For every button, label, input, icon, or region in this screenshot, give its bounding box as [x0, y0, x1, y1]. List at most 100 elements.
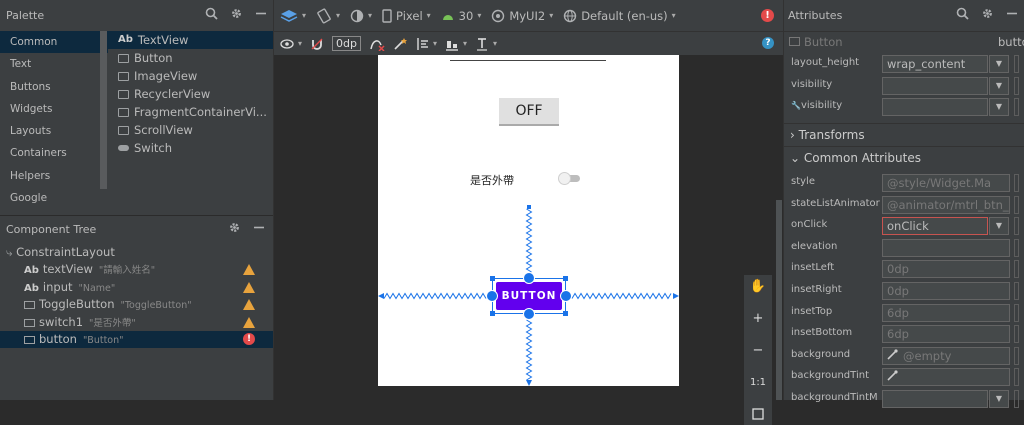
palette-widget[interactable]: Button [108, 49, 273, 67]
zoom-fit-icon[interactable] [747, 403, 769, 425]
palette-widget[interactable]: ScrollView [108, 121, 273, 139]
palette-category[interactable]: Common [0, 31, 108, 54]
attribute-value-field[interactable]: wrap_content [882, 55, 988, 73]
canvas-scrollbar[interactable] [776, 200, 782, 400]
resize-handle[interactable] [563, 311, 568, 316]
attribute-value-field[interactable] [882, 390, 988, 408]
dropdown-arrow-icon[interactable]: ▼ [989, 217, 1009, 236]
palette-category[interactable]: Helpers [0, 165, 108, 187]
gear-icon[interactable] [230, 7, 243, 20]
gear-icon[interactable] [981, 7, 994, 20]
anchor-right[interactable] [560, 290, 572, 302]
minimize-icon[interactable] [253, 221, 265, 234]
device-selector[interactable]: Pixel ▾ [382, 9, 431, 23]
theme-selector[interactable]: MyUI2 ▾ [491, 9, 553, 23]
palette-widget[interactable]: Ab TextView [108, 31, 273, 49]
anchor-left[interactable] [486, 290, 498, 302]
attribute-resource-button[interactable] [1014, 368, 1019, 387]
color-picker-icon[interactable] [886, 370, 898, 382]
tree-root[interactable]: ⤷ ConstraintLayout [0, 244, 273, 261]
tree-item[interactable]: switch1 "是否外帶" [0, 314, 273, 331]
attribute-resource-button[interactable] [1014, 217, 1019, 236]
error-indicator-icon[interactable]: ! [761, 9, 774, 22]
palette-widget[interactable]: FragmentContainerVi... [108, 103, 273, 121]
palette-category[interactable]: Google [0, 187, 108, 209]
warning-icon[interactable] [243, 264, 255, 275]
zoom-in-icon[interactable]: + [747, 307, 769, 329]
attribute-value-field[interactable]: 0dp [882, 260, 1010, 279]
pan-icon[interactable]: ✋ [747, 275, 769, 297]
attribute-resource-button[interactable] [1014, 195, 1019, 214]
attribute-resource-button[interactable] [1014, 325, 1019, 344]
resize-handle[interactable] [563, 276, 568, 281]
section-transforms[interactable]: › Transforms [784, 123, 1024, 145]
attribute-value-field[interactable] [882, 368, 1010, 387]
palette-widget[interactable]: Switch [108, 139, 273, 157]
palette-category[interactable]: Buttons [0, 76, 108, 98]
night-mode-button[interactable]: ▾ [350, 9, 372, 23]
minimize-icon[interactable] [255, 7, 267, 20]
palette-category[interactable]: Text [0, 53, 108, 75]
palette-widget[interactable]: RecyclerView [108, 85, 273, 103]
baseline-button[interactable]: ▾ [475, 37, 497, 51]
color-picker-icon[interactable] [886, 349, 898, 361]
autoconnect-toggle[interactable] [310, 37, 324, 51]
attribute-value-field[interactable]: onClick [882, 217, 988, 236]
default-margin-button[interactable]: 0dp [332, 36, 361, 51]
tree-item[interactable]: ToggleButton "ToggleButton" [0, 296, 273, 313]
layout-canvas[interactable]: OFF 是否外帶 BUTTON [378, 55, 679, 386]
selected-widget-id[interactable]: butto [998, 35, 1024, 49]
attribute-resource-button[interactable] [1014, 260, 1019, 279]
attribute-resource-button[interactable] [1014, 98, 1019, 116]
attribute-resource-button[interactable] [1014, 303, 1019, 322]
clear-constraints-button[interactable] [369, 37, 385, 51]
gear-icon[interactable] [228, 221, 241, 234]
attribute-value-field[interactable] [882, 98, 988, 116]
palette-widget[interactable]: ImageView [108, 67, 273, 85]
zoom-out-icon[interactable]: − [747, 339, 769, 361]
align-button[interactable]: ▾ [445, 37, 467, 51]
attribute-value-field[interactable]: @animator/mtrl_btn_st [882, 195, 1010, 214]
anchor-top[interactable] [523, 272, 535, 284]
error-icon[interactable]: ! [243, 333, 255, 345]
attribute-value-field[interactable]: 0dp [882, 282, 1010, 300]
attribute-resource-button[interactable] [1014, 390, 1019, 408]
attribute-resource-button[interactable] [1014, 55, 1019, 73]
orientation-button[interactable]: ▾ [316, 7, 340, 24]
attribute-value-field[interactable]: 6dp [882, 325, 1010, 344]
palette-category[interactable]: Widgets [0, 98, 108, 120]
view-options-button[interactable]: ▾ [280, 38, 302, 49]
resize-handle[interactable] [490, 311, 495, 316]
zoom-actual-size-button[interactable]: 1:1 [747, 371, 769, 393]
tree-item[interactable]: button "Button"! [0, 331, 273, 348]
attribute-resource-button[interactable] [1014, 346, 1019, 365]
attribute-value-field[interactable]: 6dp [882, 303, 1010, 322]
section-common-attributes[interactable]: ⌄ Common Attributes [784, 146, 1024, 168]
attribute-value-field[interactable] [882, 238, 1010, 257]
warning-icon[interactable] [243, 281, 255, 293]
attribute-value-field[interactable]: @empty [882, 346, 1010, 365]
guidelines-button[interactable]: ▾ [415, 37, 437, 51]
search-icon[interactable] [205, 7, 218, 20]
attribute-value-field[interactable] [882, 76, 988, 95]
warning-icon[interactable] [243, 299, 255, 310]
palette-category[interactable]: Layouts [0, 120, 108, 142]
api-selector[interactable]: 30 ▾ [441, 9, 481, 23]
search-icon[interactable] [956, 7, 969, 20]
attribute-resource-button[interactable] [1014, 174, 1019, 192]
category-scrollbar[interactable] [100, 31, 107, 189]
attribute-resource-button[interactable] [1014, 238, 1019, 257]
dropdown-arrow-icon[interactable]: ▼ [989, 76, 1009, 95]
minimize-icon[interactable] [1006, 7, 1018, 20]
attribute-resource-button[interactable] [1014, 76, 1019, 95]
layers-button[interactable]: ▾ [280, 9, 306, 23]
warning-icon[interactable] [243, 316, 255, 328]
attribute-resource-button[interactable] [1014, 282, 1019, 300]
anchor-bottom[interactable] [523, 308, 535, 320]
button-preview[interactable]: BUTTON [496, 282, 562, 310]
help-icon[interactable]: ? [762, 37, 774, 49]
locale-selector[interactable]: Default (en-us) ▾ [563, 9, 676, 23]
dropdown-arrow-icon[interactable]: ▼ [989, 390, 1009, 408]
palette-category[interactable]: Containers [0, 142, 108, 164]
resize-handle[interactable] [490, 276, 495, 281]
